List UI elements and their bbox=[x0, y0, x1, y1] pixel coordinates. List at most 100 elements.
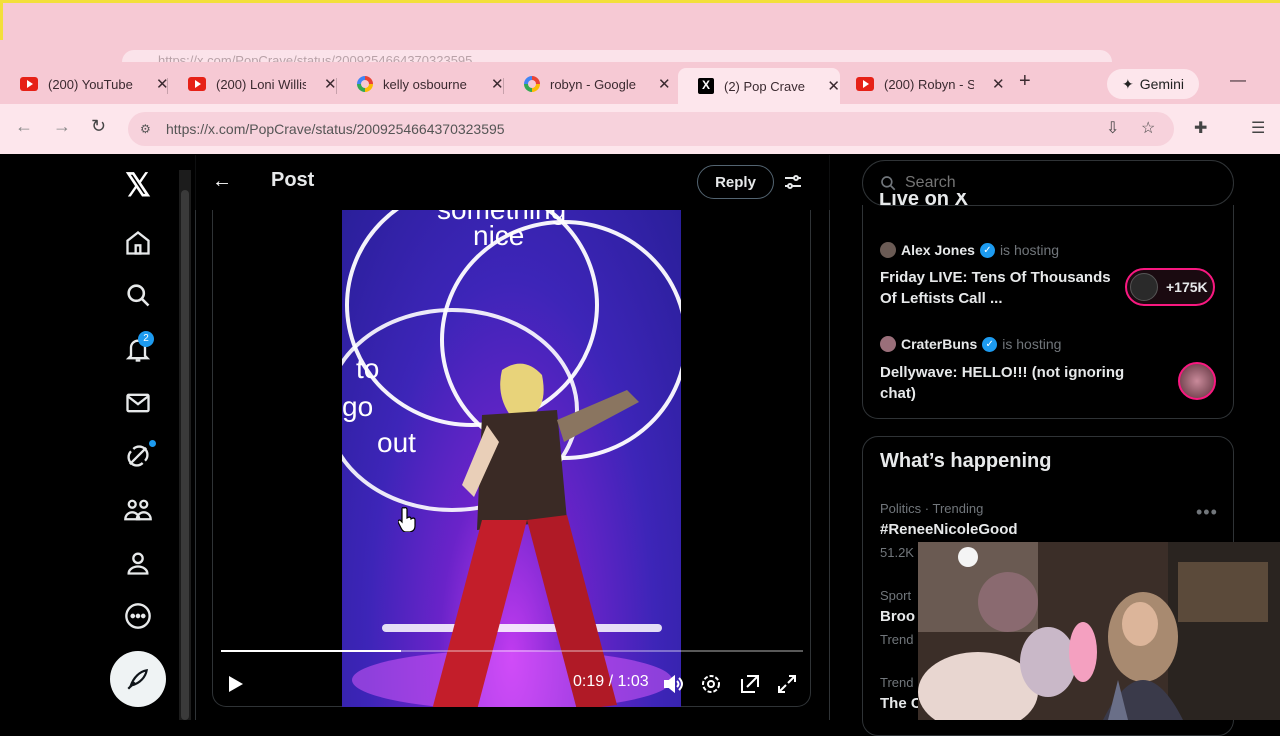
bookmark-star-icon[interactable]: ☆ bbox=[1141, 118, 1155, 138]
reply-button[interactable]: Reply bbox=[697, 165, 774, 199]
tab-title: (200) Robyn - Sh bbox=[884, 76, 974, 92]
volume-icon[interactable] bbox=[662, 673, 684, 695]
search-input[interactable] bbox=[905, 174, 1205, 192]
picture-in-picture-icon[interactable] bbox=[739, 673, 761, 695]
gemini-button[interactable]: ✦ Gemini bbox=[1107, 69, 1199, 99]
youtube-icon bbox=[188, 77, 206, 91]
play-icon[interactable] bbox=[224, 673, 246, 700]
live-heading: Live on X bbox=[879, 193, 968, 210]
gemini-sparkle-icon: ✦ bbox=[1121, 75, 1134, 92]
back-arrow-icon[interactable]: ← bbox=[212, 170, 232, 193]
tab-kelly-osbourne[interactable]: kelly osbourne ✕ bbox=[337, 70, 504, 98]
avatar[interactable] bbox=[1178, 362, 1216, 400]
more-options-icon[interactable]: ••• bbox=[1196, 502, 1218, 523]
trend-name[interactable]: The C bbox=[880, 695, 922, 712]
trend-name[interactable]: Broo bbox=[880, 608, 915, 625]
verified-badge-icon: ✓ bbox=[979, 242, 995, 258]
whats-happening-title: What’s happening bbox=[880, 450, 1052, 472]
explore-search-icon[interactable] bbox=[120, 277, 156, 313]
hosting-label: is hosting bbox=[1002, 336, 1062, 352]
google-icon bbox=[357, 76, 373, 92]
video-progress-bar[interactable] bbox=[221, 650, 803, 652]
install-app-icon[interactable]: ⇩ bbox=[1106, 118, 1119, 138]
home-icon[interactable] bbox=[120, 225, 156, 261]
compose-post-button[interactable] bbox=[110, 651, 166, 707]
trend-category: Politics · Trending bbox=[880, 501, 984, 516]
close-icon[interactable]: ✕ bbox=[992, 75, 1005, 93]
trend-category: Trend bbox=[880, 675, 914, 690]
tab-title: (2) Pop Crave on bbox=[724, 78, 809, 94]
live-host-row[interactable]: CraterBuns ✓ is hosting bbox=[880, 336, 1061, 352]
tab-title: (200) Loni Willis bbox=[216, 76, 306, 92]
back-arrow-icon[interactable]: ← bbox=[15, 116, 33, 137]
messages-envelope-icon[interactable] bbox=[120, 385, 156, 421]
gemini-label: Gemini bbox=[1139, 76, 1185, 92]
hosting-label: is hosting bbox=[999, 242, 1060, 258]
notification-count-badge: 2 bbox=[138, 331, 154, 347]
host-name: CraterBuns bbox=[901, 336, 978, 352]
tab-pop-crave[interactable]: X (2) Pop Crave on ✕ bbox=[678, 68, 840, 104]
google-icon bbox=[524, 76, 540, 92]
youtube-icon bbox=[20, 77, 38, 91]
avatar bbox=[1130, 273, 1158, 301]
avatar bbox=[880, 242, 896, 258]
fullscreen-icon[interactable] bbox=[776, 673, 798, 695]
video-frame[interactable]: something nice to go out bbox=[342, 210, 681, 707]
trend-name[interactable]: #ReneeNicoleGood bbox=[880, 521, 1018, 538]
live-host-row[interactable]: Alex Jones ✓ is hosting bbox=[880, 242, 1059, 258]
hand-cursor-icon bbox=[397, 506, 418, 537]
background-browser-frame: https://x.com/PopCrave/status/2009254664… bbox=[0, 0, 1280, 62]
video-timecode: 0:19 / 1:03 bbox=[573, 673, 649, 690]
lyric-line-4: go bbox=[342, 391, 374, 422]
trend-category: Trend bbox=[880, 632, 914, 647]
search-icon bbox=[881, 176, 896, 191]
x-icon: X bbox=[698, 78, 714, 94]
trend-category: Sport bbox=[880, 588, 912, 603]
tab-loni-willis[interactable]: (200) Loni Willis ✕ bbox=[168, 70, 337, 98]
listener-count: +175K bbox=[1166, 279, 1208, 295]
profile-icon[interactable] bbox=[120, 545, 156, 581]
reading-list-icon[interactable]: ☰ bbox=[1251, 118, 1265, 138]
settings-gear-icon[interactable] bbox=[700, 673, 722, 695]
background-url: https://x.com/PopCrave/status/2009254664… bbox=[122, 50, 1112, 62]
communities-icon[interactable] bbox=[120, 492, 156, 528]
live-listeners-pill[interactable]: +175K bbox=[1125, 268, 1215, 306]
lyric-line-3: to bbox=[356, 353, 380, 384]
tab-youtube[interactable]: (200) YouTube ✕ bbox=[0, 70, 169, 98]
host-name: Alex Jones bbox=[901, 242, 975, 258]
reload-icon[interactable]: ↻ bbox=[91, 116, 106, 137]
lyric-line-2: nice bbox=[473, 220, 525, 251]
close-icon[interactable]: ✕ bbox=[324, 75, 337, 93]
address-bar[interactable]: ⚙ https://x.com/PopCrave/status/20092546… bbox=[128, 112, 1174, 146]
tab-title: (200) YouTube bbox=[48, 76, 133, 92]
sidebar-scrollbar-thumb[interactable] bbox=[181, 190, 189, 720]
close-icon[interactable]: ✕ bbox=[658, 75, 671, 93]
tab-title: kelly osbourne bbox=[383, 76, 467, 92]
feather-icon bbox=[127, 669, 148, 690]
browser-toolbar: ← → ↻ ⚙ https://x.com/PopCrave/status/20… bbox=[0, 104, 1280, 154]
tab-robyn-google[interactable]: robyn - Google ✕ bbox=[504, 70, 671, 98]
site-settings-icon[interactable]: ⚙ bbox=[140, 122, 156, 136]
tab-strip: (200) YouTube ✕ (200) Loni Willis ✕ kell… bbox=[0, 62, 1280, 104]
page-title: Post bbox=[271, 169, 315, 191]
trend-post-count: 51.2K bbox=[880, 545, 914, 560]
live-title[interactable]: Friday LIVE: Tens Of Thousands Of Leftis… bbox=[880, 267, 1115, 309]
x-logo-icon[interactable]: 𝕏 bbox=[120, 166, 156, 203]
verified-badge-icon: ✓ bbox=[982, 336, 998, 352]
more-circle-icon[interactable] bbox=[120, 598, 156, 634]
live-title[interactable]: Dellywave: HELLO!!! (not ignoring chat) bbox=[880, 362, 1160, 404]
url-text: https://x.com/PopCrave/status/2009254664… bbox=[166, 121, 505, 137]
minimize-icon[interactable]: — bbox=[1230, 72, 1246, 90]
close-icon[interactable]: ✕ bbox=[491, 75, 504, 93]
avatar bbox=[880, 336, 896, 352]
webcam-overlay bbox=[918, 542, 1280, 720]
extensions-icon[interactable]: ✚ bbox=[1194, 118, 1207, 138]
youtube-icon bbox=[856, 77, 874, 91]
tab-robyn-youtube[interactable]: (200) Robyn - Sh ✕ bbox=[836, 70, 1005, 98]
video-progress-fill bbox=[221, 650, 402, 652]
reply-settings-sliders-icon[interactable] bbox=[783, 172, 803, 192]
tab-title: robyn - Google bbox=[550, 76, 636, 92]
background-tab-strip bbox=[0, 0, 1280, 40]
forward-arrow-icon[interactable]: → bbox=[53, 116, 71, 137]
new-tab-icon[interactable]: + bbox=[1019, 70, 1031, 93]
